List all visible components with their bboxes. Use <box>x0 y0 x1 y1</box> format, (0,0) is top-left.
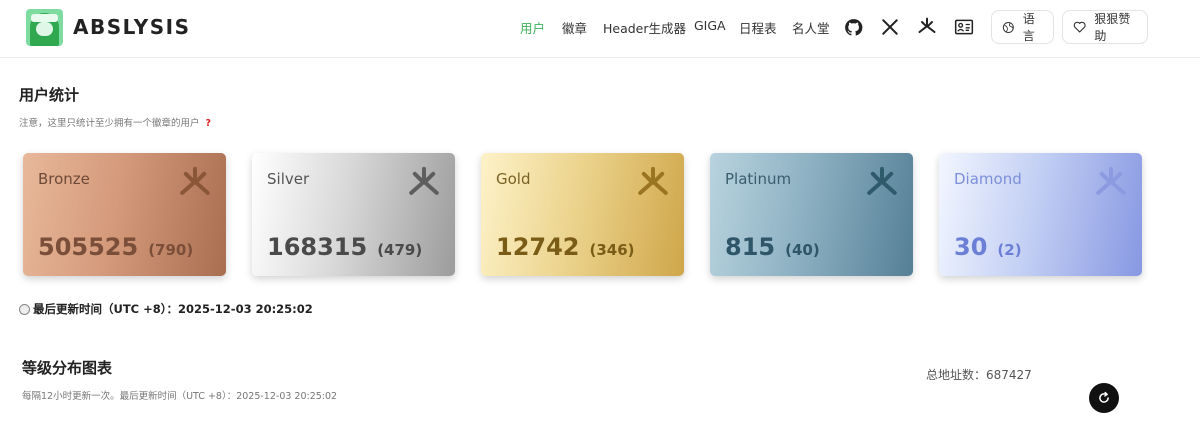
nav-item-badges[interactable]: 徽章 <box>562 18 587 38</box>
tier-card-platinum: Platinum 815 (40) <box>710 153 913 276</box>
language-button[interactable]: 语言 <box>991 10 1054 44</box>
tier-name: Gold <box>496 170 531 188</box>
nav-item-header-generator[interactable]: Header生成器 <box>603 18 686 38</box>
tier-count: 12742 (346) <box>496 233 635 261</box>
nav-item-users[interactable]: 用户 <box>520 18 545 38</box>
abstract-icon <box>409 166 439 195</box>
id-card-icon[interactable] <box>953 15 975 39</box>
tier-card-diamond: Diamond 30 (2) <box>939 153 1142 276</box>
tier-count-sub: (346) <box>589 241 635 259</box>
distribution-title: 等级分布图表 <box>22 359 113 377</box>
tier-count: 168315 (479) <box>267 233 422 261</box>
tier-count-sub: (2) <box>997 241 1022 259</box>
help-icon[interactable]: ? <box>206 118 212 129</box>
tier-count-value: 30 <box>954 233 988 261</box>
tier-count-value: 815 <box>725 233 776 261</box>
note-text: 注意，这里只统计至少拥有一个徽章的用户 <box>19 118 200 129</box>
tier-count-value: 505525 <box>38 233 139 261</box>
abstract-icon <box>638 166 668 195</box>
tier-count-sub: (790) <box>148 241 194 259</box>
tier-name: Bronze <box>38 170 90 188</box>
distribution-note: 每隔12小时更新一次。最后更新时间（UTC +8）：2025-12-03 20:… <box>22 391 338 402</box>
x-icon[interactable] <box>879 15 901 39</box>
tier-count-sub: (40) <box>785 241 820 259</box>
abstract-icon <box>180 166 210 195</box>
refresh-icon <box>1099 391 1109 403</box>
last-updated: 最后更新时间（UTC +8）：2025-12-03 20:25:02 <box>19 301 313 317</box>
donate-label: 狠狠赞助 <box>1094 12 1131 43</box>
total-addresses: 总地址数：687427 <box>926 368 1032 382</box>
tier-count: 505525 (790) <box>38 233 193 261</box>
tier-card-silver: Silver 168315 (479) <box>252 153 455 276</box>
tier-count-value: 12742 <box>496 233 580 261</box>
tier-count-sub: (479) <box>377 241 423 259</box>
brand-name[interactable]: ABSLYSIS <box>73 15 191 39</box>
abstract-icon[interactable] <box>916 15 938 39</box>
nav-item-giga[interactable]: GIGA <box>694 18 726 38</box>
nav-item-schedule[interactable]: 日程表 <box>739 18 777 38</box>
clock-icon <box>19 303 30 315</box>
tier-count-value: 168315 <box>267 233 368 261</box>
refresh-button[interactable] <box>1089 383 1119 413</box>
tier-card-gold: Gold 12742 (346) <box>481 153 684 276</box>
nav-item-hall-of-fame[interactable]: 名人堂 <box>792 18 830 38</box>
tier-card-bronze: Bronze 505525 (790) <box>23 153 226 276</box>
tier-name: Silver <box>267 170 310 188</box>
abstract-icon <box>867 166 897 195</box>
language-label: 语言 <box>1022 12 1035 43</box>
tier-name: Platinum <box>725 170 792 188</box>
user-stats-title: 用户统计 <box>19 86 80 104</box>
last-updated-text: 最后更新时间（UTC +8）：2025-12-03 20:25:02 <box>33 302 313 316</box>
tier-name: Diamond <box>954 170 1022 188</box>
tier-count: 30 (2) <box>954 233 1022 261</box>
logo-icon[interactable] <box>26 9 63 46</box>
abstract-icon <box>1096 166 1126 195</box>
user-stats-note: 注意，这里只统计至少拥有一个徽章的用户? <box>19 115 211 129</box>
heart-icon <box>1073 21 1086 33</box>
tier-count: 815 (40) <box>725 233 820 261</box>
top-nav-bar: ABSLYSIS 用户 徽章 Header生成器 GIGA 日程表 名人堂 语言… <box>0 0 1200 58</box>
globe-icon <box>1002 21 1014 33</box>
donate-button[interactable]: 狠狠赞助 <box>1062 10 1148 44</box>
github-icon[interactable] <box>842 15 864 39</box>
